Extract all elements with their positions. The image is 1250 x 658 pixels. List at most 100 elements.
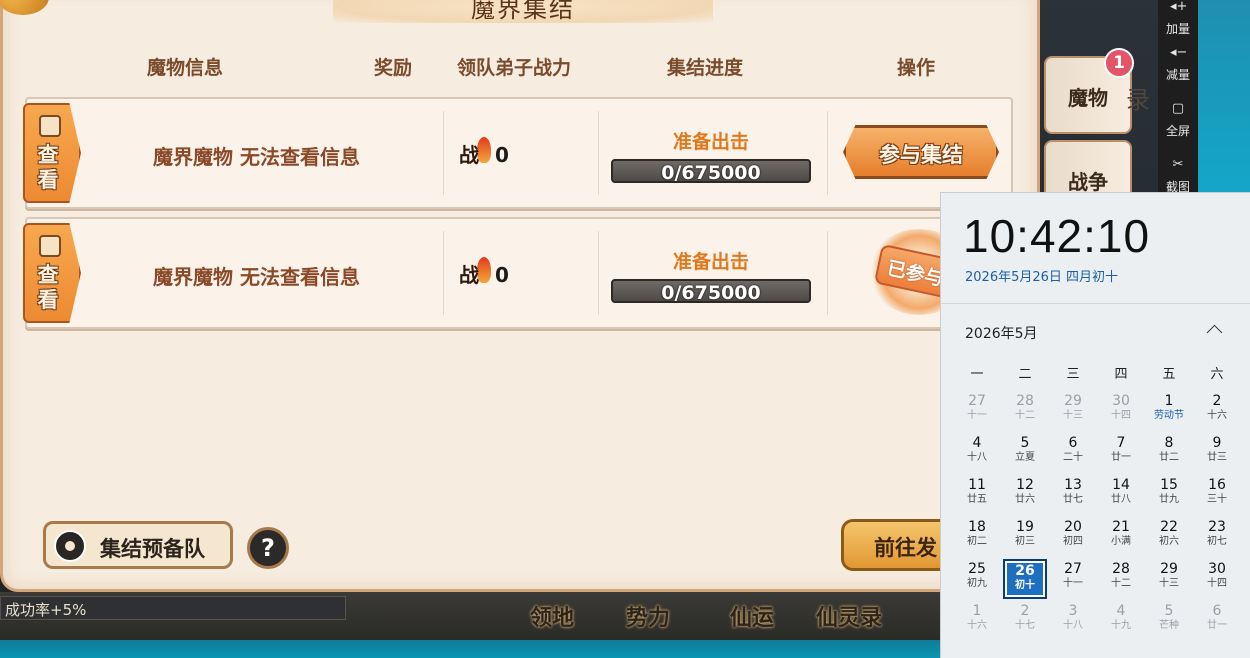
day-number: 29	[1064, 393, 1082, 409]
success-rate-bar: 成功率+5%	[0, 596, 346, 620]
day-number: 2	[1212, 393, 1222, 409]
calendar-day[interactable]: 23 初七	[1195, 517, 1239, 557]
leader-power-value: 0	[495, 263, 509, 287]
tab-record-partial[interactable]: 录	[1126, 80, 1150, 115]
table-row: 查看 魔界魔物 无法查看信息 战 0 准备出击 0/675000 已参与	[23, 217, 1013, 329]
volume-up-icon: ◂+	[1170, 0, 1188, 14]
view-label: 查看	[37, 263, 59, 312]
calendar-day[interactable]: 1 十六	[955, 601, 999, 641]
lunar-date: 十四	[1111, 410, 1131, 421]
calendar-day[interactable]: 18 初二	[955, 517, 999, 557]
nav-faction[interactable]: 势力	[626, 600, 670, 632]
calendar-day[interactable]: 8 廿二	[1147, 433, 1191, 473]
help-button[interactable]: ?	[247, 527, 289, 569]
lunar-date: 初九	[967, 578, 987, 589]
nav-fortune[interactable]: 仙运	[730, 600, 774, 632]
column-divider	[443, 231, 444, 315]
calendar-day[interactable]: 2 十六	[1195, 391, 1239, 431]
calendar-day[interactable]: 5 芒种	[1147, 601, 1191, 641]
lunar-date: 十四	[1207, 578, 1227, 589]
day-number: 29	[1160, 561, 1178, 577]
weekday-label: 五	[1162, 367, 1176, 382]
volume-down-icon: ◂−	[1170, 45, 1188, 60]
calendar-day[interactable]: 6 二十	[1051, 433, 1095, 473]
chevron-up-icon[interactable]	[1205, 321, 1225, 341]
calendar-day-today[interactable]: 26 初十	[1003, 559, 1047, 599]
view-button[interactable]: 查看	[23, 223, 81, 323]
calendar-day[interactable]: 6 廿一	[1195, 601, 1239, 641]
flame-icon	[477, 257, 491, 283]
nav-territory[interactable]: 领地	[530, 600, 574, 632]
header-leader-power: 领队弟子战力	[457, 57, 572, 79]
day-number: 30	[1112, 393, 1130, 409]
emulator-toolbar: ◂+ 加量 ◂− 减量 ▢ 全屏 ✂ 截图	[1158, 0, 1198, 195]
notification-badge: 1	[1104, 48, 1134, 78]
lunar-date: 廿五	[967, 494, 987, 505]
calendar-day[interactable]: 19 初三	[1003, 517, 1047, 557]
calendar-day[interactable]: 14 廿八	[1099, 475, 1143, 515]
lunar-date: 初二	[967, 536, 987, 547]
fullscreen-button[interactable]: ▢ 全屏	[1158, 94, 1198, 148]
lunar-date: 十九	[1111, 620, 1131, 631]
lunar-date: 廿七	[1063, 494, 1083, 505]
lunar-date: 初七	[1207, 536, 1227, 547]
lunar-date: 初十	[1015, 580, 1035, 591]
calendar-day[interactable]: 2 十七	[1003, 601, 1047, 641]
rally-panel: 魔界集结 魔物信息 奖励 领队弟子战力 集结进度 操作 查看 魔界魔物 无法查看…	[0, 0, 1040, 592]
calendar-day[interactable]: 25 初九	[955, 559, 999, 599]
rally-reserve-button[interactable]: 集结预备队	[43, 521, 233, 569]
lunar-date: 十七	[1015, 620, 1035, 631]
calendar-day[interactable]: 4 十九	[1099, 601, 1143, 641]
lunar-date: 十六	[967, 620, 987, 631]
calendar-day[interactable]: 27 十一	[955, 391, 999, 431]
calendar-day[interactable]: 7 廿一	[1099, 433, 1143, 473]
calendar-day[interactable]: 15 廿九	[1147, 475, 1191, 515]
volume-down-button[interactable]: ◂− 减量	[1158, 38, 1198, 92]
calendar-day[interactable]: 3 十八	[1051, 601, 1095, 641]
lunar-date: 三十	[1207, 494, 1227, 505]
day-number: 6	[1212, 603, 1222, 619]
rally-progress-bar: 0/675000	[611, 279, 811, 304]
month-label[interactable]: 2026年5月	[965, 323, 1038, 343]
calendar-day[interactable]: 1 劳动节	[1147, 391, 1191, 431]
sea-bottom	[0, 640, 945, 658]
calendar-day[interactable]: 12 廿六	[1003, 475, 1047, 515]
calendar-day[interactable]: 30 十四	[1099, 391, 1143, 431]
calendar-day[interactable]: 4 十八	[955, 433, 999, 473]
day-number: 13	[1064, 477, 1082, 493]
calendar-day[interactable]: 28 十二	[1099, 559, 1143, 599]
lunar-date: 初六	[1159, 536, 1179, 547]
weekday-label: 一	[970, 367, 984, 382]
lunar-date: 廿一	[1207, 620, 1227, 631]
calendar-day[interactable]: 30 十四	[1195, 559, 1239, 599]
clock-date-link[interactable]: 2026年5月26日 四月初十	[965, 266, 1118, 285]
calendar-day[interactable]: 11 廿五	[955, 475, 999, 515]
lunar-date: 小满	[1111, 536, 1131, 547]
calendar-day[interactable]: 16 三十	[1195, 475, 1239, 515]
table-row: 查看 魔界魔物 无法查看信息 战 0 准备出击 0/675000 参与集结	[23, 97, 1013, 209]
calendar-day[interactable]: 21 小满	[1099, 517, 1143, 557]
nav-spirit-record[interactable]: 仙灵录	[816, 600, 882, 632]
day-number: 19	[1016, 519, 1034, 535]
calendar-day[interactable]: 27 十一	[1051, 559, 1095, 599]
calendar-day[interactable]: 13 廿七	[1051, 475, 1095, 515]
lunar-date: 廿六	[1015, 494, 1035, 505]
lunar-date: 廿二	[1159, 452, 1179, 463]
day-number: 26	[1015, 563, 1035, 579]
view-button[interactable]: 查看	[23, 103, 81, 203]
join-rally-button[interactable]: 参与集结	[843, 125, 999, 179]
calendar-day[interactable]: 28 十二	[1003, 391, 1047, 431]
day-number: 16	[1208, 477, 1226, 493]
header-reward: 奖励	[374, 57, 413, 79]
scroll-icon	[39, 235, 61, 257]
calendar-day[interactable]: 5 立夏	[1003, 433, 1047, 473]
calendar-day[interactable]: 20 初四	[1051, 517, 1095, 557]
calendar-day[interactable]: 29 十三	[1147, 559, 1191, 599]
day-number: 28	[1016, 393, 1034, 409]
calendar-day[interactable]: 29 十三	[1051, 391, 1095, 431]
volume-up-label: 加量	[1165, 22, 1190, 36]
calendar-day[interactable]: 9 廿三	[1195, 433, 1239, 473]
calendar-day[interactable]: 22 初六	[1147, 517, 1191, 557]
rally-progress-bar: 0/675000	[611, 159, 811, 184]
day-number: 6	[1068, 435, 1078, 451]
